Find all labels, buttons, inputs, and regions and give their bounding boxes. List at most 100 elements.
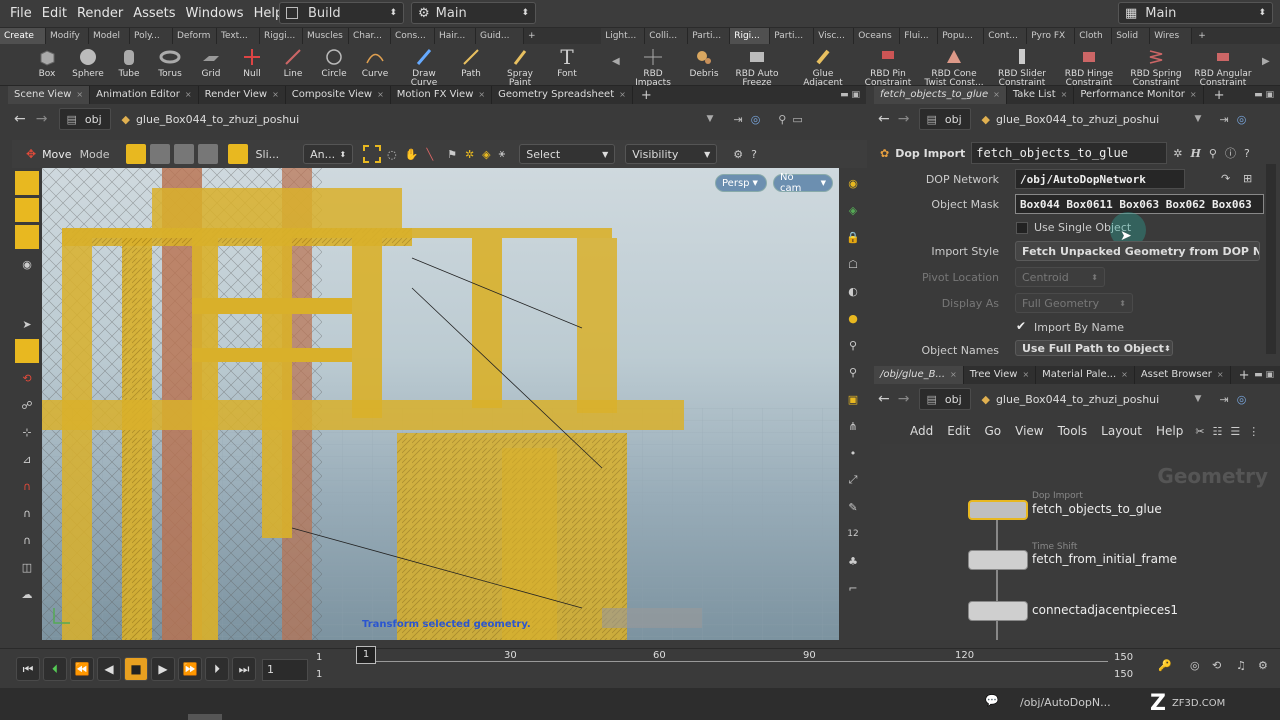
tab-network-glue[interactable]: /obj/glue_B... × — [874, 366, 964, 384]
shelf-tab-rigging[interactable]: Riggi... — [260, 28, 303, 44]
laser-icon[interactable]: ╲ — [426, 148, 433, 161]
select-prims-icon[interactable] — [197, 144, 218, 164]
render-icon[interactable]: ☁ — [15, 582, 39, 606]
h-icon[interactable]: H — [1191, 147, 1201, 160]
tool-rbd-auto-freeze[interactable]: RBD Auto Freeze — [733, 46, 781, 88]
shelf-tab-guid[interactable]: Guid... — [476, 28, 524, 44]
select-points-icon[interactable] — [149, 144, 170, 164]
scene-viewport[interactable]: Persp ▼ No cam ▼ Transform selected geomet… — [42, 168, 839, 640]
tool-rbd-angular[interactable]: RBD Angular Constraint — [1193, 46, 1253, 88]
secure-select-icon[interactable]: ⚑ — [447, 148, 457, 161]
tool-rbd-hinge[interactable]: RBD Hinge Constraint — [1059, 46, 1119, 88]
audio-icon[interactable]: ♫ — [1236, 659, 1246, 672]
shelf-tab-hair[interactable]: Hair... — [435, 28, 476, 44]
tool-rbd-pin-constraint[interactable]: RBD Pin Constraint — [858, 46, 918, 88]
node-fetch-from-initial-frame[interactable] — [968, 550, 1028, 570]
point-icon[interactable]: ⚲ — [841, 333, 865, 357]
close-icon[interactable]: × — [1217, 366, 1224, 384]
menu-assets[interactable]: Assets — [133, 6, 175, 21]
param-scrollbar[interactable] — [1266, 164, 1276, 354]
shelf-tab-oceans[interactable]: Oceans — [854, 28, 901, 44]
tool-spray-paint[interactable]: Spray Paint — [496, 46, 544, 88]
jump-start-icon[interactable]: ⏮ — [16, 657, 40, 681]
shelf-scroll-right-icon[interactable]: ▶ — [1262, 56, 1270, 67]
net-menu-edit[interactable]: Edit — [947, 424, 970, 438]
net-menu-view[interactable]: View — [1015, 424, 1043, 438]
shelf-tab-model[interactable]: Model — [89, 28, 130, 44]
close-icon[interactable]: × — [478, 86, 485, 104]
step-end-icon[interactable]: ⏵ — [205, 657, 229, 681]
move-handle-icon[interactable] — [15, 339, 39, 363]
settings-icon[interactable]: ⚙ — [1258, 659, 1268, 672]
next-key-icon[interactable]: ⏩ — [178, 657, 202, 681]
gear-icon[interactable]: ✲ — [1173, 147, 1182, 160]
node-fetch-objects-to-glue[interactable] — [968, 500, 1028, 520]
pivot-location-menu[interactable]: Centroid ⬍ — [1015, 267, 1105, 287]
tab-animation-editor[interactable]: Animation Editor × — [90, 86, 199, 104]
brush-select-icon[interactable]: ✋ — [405, 148, 419, 161]
status-path[interactable]: /obj/AutoDopN... — [1020, 696, 1111, 709]
shelf-tab-container[interactable]: Cont... — [984, 28, 1028, 44]
close-icon[interactable]: × — [1190, 86, 1197, 104]
tab-scene-view[interactable]: Scene View × — [8, 86, 91, 104]
net-menu-tools[interactable]: Tools — [1058, 424, 1088, 438]
shelf-tab-viscous[interactable]: Visc... — [814, 28, 855, 44]
range-end-field[interactable]: 150 — [1114, 669, 1133, 680]
menu-windows[interactable]: Windows — [186, 6, 244, 21]
scale-tool-icon[interactable]: ◉ — [15, 252, 39, 276]
close-icon[interactable]: × — [1121, 366, 1128, 384]
link-icon[interactable]: ◎ — [1237, 113, 1247, 126]
chat-icon[interactable]: 💬 — [985, 694, 999, 707]
plus-icon[interactable]: + — [528, 31, 536, 41]
close-icon[interactable]: × — [185, 86, 192, 104]
node-name-field[interactable]: fetch_objects_to_glue — [971, 142, 1168, 164]
menu-render[interactable]: Render — [77, 6, 123, 21]
back-arrow-icon[interactable]: ← — [14, 111, 26, 127]
pin-icon[interactable]: ⇥ — [1219, 393, 1228, 406]
close-icon[interactable]: × — [1022, 366, 1029, 384]
transform-tool-icon[interactable] — [15, 198, 39, 222]
path-root-field[interactable]: ▤ obj — [919, 108, 972, 130]
tab-composite-view[interactable]: Composite View × — [286, 86, 391, 104]
play-icon[interactable]: ▶ — [151, 657, 175, 681]
import-by-name-checkbox[interactable]: ✔ — [1016, 319, 1026, 333]
shelf-tab-collisions[interactable]: Colli... — [645, 28, 689, 44]
lock-icon[interactable]: 🔒 — [841, 225, 865, 249]
ghost-icon[interactable]: ☖ — [841, 252, 865, 276]
net-menu-help[interactable]: Help — [1156, 424, 1183, 438]
shelf-tab-lights[interactable]: Light... — [601, 28, 646, 44]
shelf-tab-solid[interactable]: Solid — [1112, 28, 1151, 44]
tool-rbd-impacts[interactable]: RBD Impacts — [627, 46, 679, 88]
path-node-field[interactable]: ◆ glue_Box044_to_zhuzi_poshui ▼ — [115, 108, 719, 130]
float-icon[interactable]: ▭ — [792, 113, 802, 126]
shelf-scroll-left-icon[interactable]: ◀ — [612, 56, 620, 67]
wrench-icon[interactable]: ✂ — [1195, 425, 1204, 438]
maximize-icon[interactable]: ▬ ▣ — [1254, 90, 1274, 100]
tree-layout-icon[interactable]: ☷ — [1213, 425, 1223, 438]
tool-rbd-slider[interactable]: RBD Slider Constraint — [992, 46, 1052, 88]
close-icon[interactable]: × — [76, 86, 83, 104]
search-icon[interactable]: ⚲ — [1209, 147, 1217, 160]
tab-asset-browser[interactable]: Asset Browser × — [1135, 366, 1231, 384]
pick-icon[interactable]: ⚹ — [499, 147, 506, 161]
path-root-field[interactable]: ▤ obj — [919, 388, 972, 410]
path-node-field[interactable]: ◆ glue_Box044_to_zhuzi_poshui ▼ — [975, 388, 1207, 410]
rotate-handle-icon[interactable]: ⟲ — [15, 366, 39, 390]
select-objects-icon[interactable] — [125, 144, 146, 164]
snap-icon[interactable]: ⊿ — [15, 447, 39, 471]
net-menu-go[interactable]: Go — [984, 424, 1001, 438]
use-single-checkbox[interactable] — [1016, 222, 1028, 234]
path-root-field[interactable]: ▤ obj — [59, 108, 112, 130]
handle-icon[interactable]: ⊹ — [15, 420, 39, 444]
gear-icon[interactable]: ⚙ — [733, 148, 743, 161]
plus-icon[interactable]: + — [1198, 31, 1206, 41]
magnet-curve-icon[interactable]: ∩ — [15, 528, 39, 552]
shelf-tab-deform[interactable]: Deform — [173, 28, 217, 44]
tab-render-view[interactable]: Render View × — [199, 86, 286, 104]
an-select[interactable]: An... ⬍ — [303, 144, 354, 164]
loop-icon[interactable]: ⟲ — [1212, 659, 1221, 672]
menu-file[interactable]: File — [10, 6, 32, 21]
connectivity-icon[interactable]: ◈ — [482, 148, 490, 161]
forward-arrow-icon[interactable]: → — [36, 111, 48, 127]
desktop-build-select[interactable]: Build ⬍ — [279, 2, 404, 24]
